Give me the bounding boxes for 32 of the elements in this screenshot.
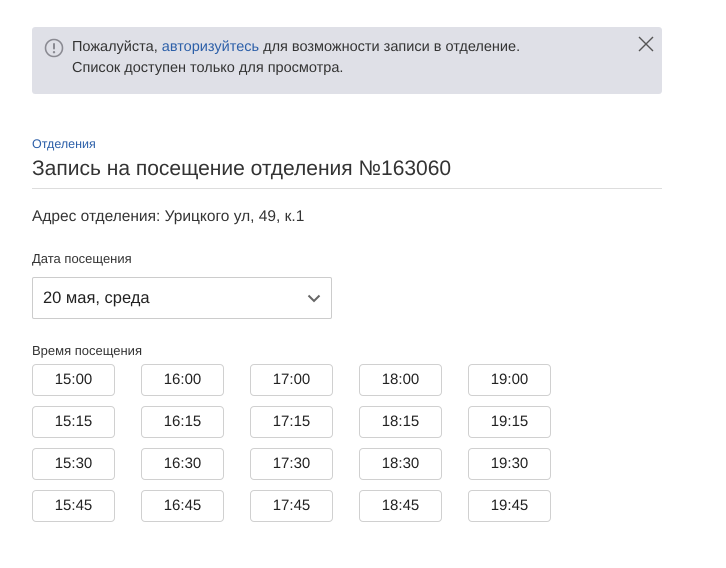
chevron-down-icon [307,294,321,302]
time-slot-button[interactable]: 18:30 [359,448,442,480]
date-dropdown[interactable]: 20 мая, среда [32,277,332,319]
time-slot-button[interactable]: 15:15 [32,406,115,438]
time-slot-button[interactable]: 15:00 [32,364,115,396]
time-slot-button[interactable]: 18:15 [359,406,442,438]
alert-message: Пожалуйста, авторизуйтесь для возможности записи в отделение. [72,38,520,57]
time-slot-button[interactable]: 16:30 [141,448,224,480]
time-slot-button[interactable]: 19:00 [468,364,551,396]
time-slot-button[interactable]: 16:00 [141,364,224,396]
time-slot-button[interactable]: 19:15 [468,406,551,438]
time-slot-button[interactable]: 18:00 [359,364,442,396]
warning-icon [44,38,64,58]
login-link[interactable]: авторизуйтесь [162,39,260,55]
address-text: Адрес отделения: Урицкого ул, 49, к.1 [32,207,304,227]
breadcrumb-link[interactable]: Отделения [32,136,96,152]
time-slot-button[interactable]: 15:30 [32,448,115,480]
page-title: Запись на посещение отделения №163060 [32,156,452,182]
time-label: Время посещения [32,343,142,359]
time-slot-button[interactable]: 17:45 [250,490,333,522]
time-slot-button[interactable]: 16:15 [141,406,224,438]
time-slot-button[interactable]: 17:30 [250,448,333,480]
time-slot-button[interactable]: 17:15 [250,406,333,438]
time-slot-button[interactable]: 16:45 [141,490,224,522]
close-icon[interactable] [638,36,654,52]
time-slot-button[interactable]: 17:00 [250,364,333,396]
alert-note: Список доступен только для просмотра. [72,59,344,78]
date-label: Дата посещения [32,251,132,267]
time-slot-button[interactable]: 18:45 [359,490,442,522]
time-slot-button[interactable]: 15:45 [32,490,115,522]
time-slot-button[interactable]: 19:45 [468,490,551,522]
time-slot-button[interactable]: 19:30 [468,448,551,480]
